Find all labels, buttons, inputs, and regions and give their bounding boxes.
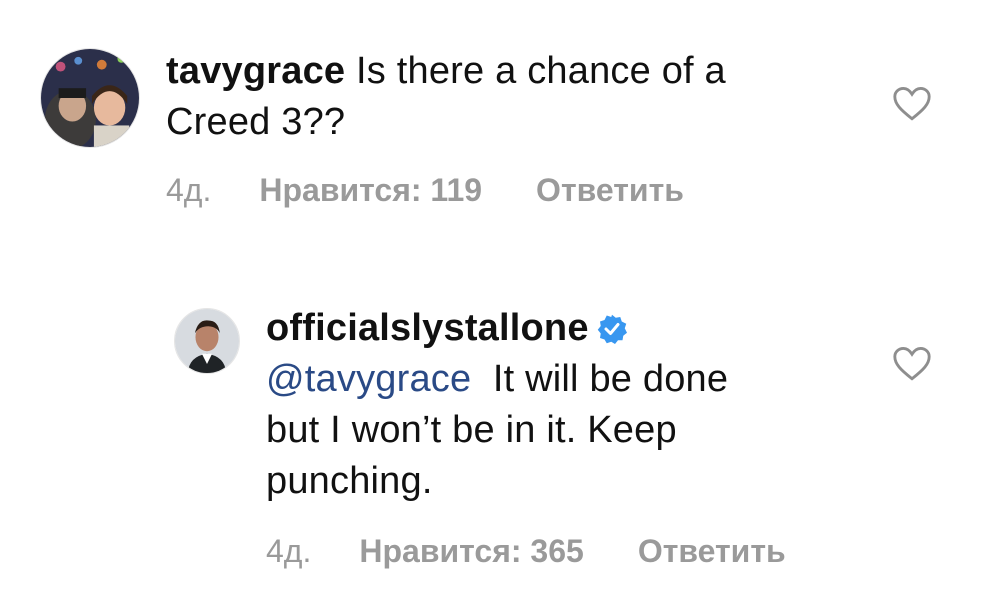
likes-count-button[interactable]: Нравится: 119 [259,172,482,209]
like-heart-icon[interactable] [892,86,932,122]
comment-timestamp: 4д. [166,172,212,208]
comment-body: tavygrace Is there a chance of a Creed 3… [166,46,866,148]
comment-timestamp: 4д. [266,533,312,569]
mention-link[interactable]: @tavygrace [266,358,471,400]
comment-text: Is there a chance of a [356,50,726,92]
avatar[interactable] [40,48,140,148]
comment-text-line2: but I won’t be in it. Keep [266,409,677,451]
comment-meta: 4д. Нравится: 365 Ответить [266,533,786,570]
comment-text-line3: punching. [266,460,433,502]
reply-body: officialslystallone @tavygrace It will b… [266,303,886,507]
verified-badge-icon [597,314,627,344]
likes-count-button[interactable]: Нравится: 365 [359,533,583,570]
comment-text: It will be done [492,358,729,400]
reply-button[interactable]: Ответить [638,533,786,570]
avatar[interactable] [174,308,240,374]
comment-username[interactable]: tavygrace [166,50,345,92]
comment-meta: 4д. Нравится: 119 Ответить [166,172,684,209]
reply-button[interactable]: Ответить [536,172,684,209]
user-avatar-photo-icon [41,49,139,147]
comment-text-line2: Creed 3?? [166,101,346,143]
user-avatar-photo-icon [175,309,239,373]
comment-username[interactable]: officialslystallone [266,307,589,349]
like-heart-icon[interactable] [892,346,932,382]
